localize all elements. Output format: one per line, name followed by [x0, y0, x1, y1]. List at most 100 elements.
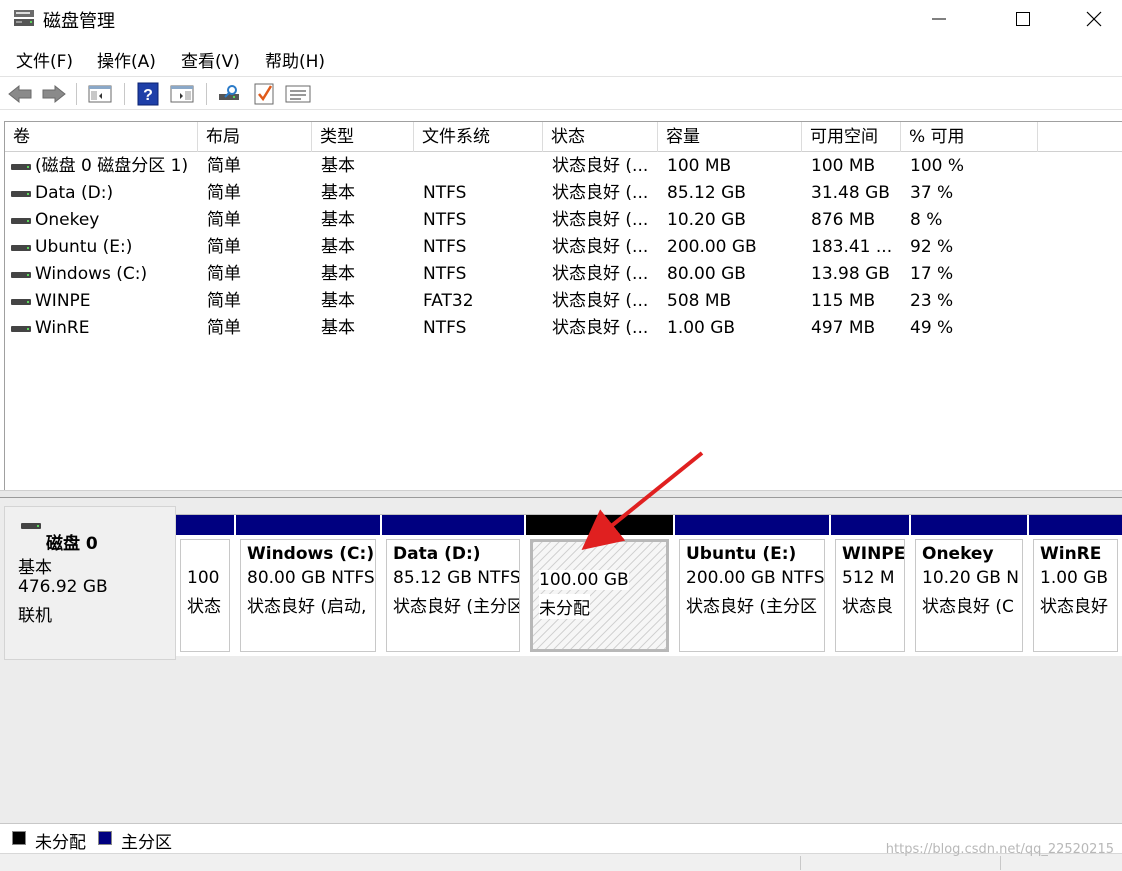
rescan-disks-icon[interactable] [216, 81, 244, 107]
table-row[interactable]: Data (D:) 简单 基本 NTFS 状态良好 (... 85.12 GB 31.48 … [5, 180, 1122, 207]
pane-splitter[interactable] [0, 490, 1122, 498]
partition-size: 200.00 GB NTFS [686, 568, 825, 588]
cell-free-space: 100 MB [811, 156, 876, 176]
menu-view[interactable]: 查看(V) [181, 47, 240, 72]
cell-filesystem: NTFS [423, 183, 467, 203]
partition-body: Windows (C:) 80.00 GB NTFS 状态良好 (启动, [240, 539, 376, 652]
cell-filesystem [423, 153, 538, 180]
partition-body: WINPE 512 M 状态良 [835, 539, 905, 652]
table-row[interactable]: WinRE 简单 基本 NTFS 状态良好 (... 1.00 GB 497 MB 49 % [5, 315, 1122, 342]
disk-graphical-view: 磁盘 0 基本 476.92 GB 联机 100 状态 Windows (C:) 80… [0, 498, 1122, 823]
title-bar: 磁盘管理 [0, 0, 1122, 38]
partition-body: WinRE 1.00 GB 状态良好 [1033, 539, 1118, 652]
menu-action[interactable]: 操作(A) [97, 47, 156, 72]
table-row[interactable]: Onekey 简单 基本 NTFS 状态良好 (... 10.20 GB 876 MB 8 % [5, 207, 1122, 234]
disk-info-panel[interactable]: 磁盘 0 基本 476.92 GB 联机 [4, 506, 176, 660]
legend-swatch-primary [98, 831, 112, 845]
cell-layout: 简单 [207, 183, 241, 203]
cell-status: 状态良好 (... [552, 291, 649, 311]
column-header-type[interactable]: 类型 [312, 122, 414, 152]
cell-capacity: 80.00 GB [667, 264, 746, 284]
cell-type: 基本 [321, 264, 355, 284]
menu-file[interactable]: 文件(F) [16, 47, 73, 72]
cell-volume: WINPE [35, 291, 91, 311]
annotation-arrow [581, 451, 704, 551]
cell-capacity: 508 MB [667, 291, 732, 311]
partition-type-bar [382, 515, 524, 535]
partition-body: 100 状态 [180, 539, 230, 652]
cell-layout: 简单 [207, 291, 241, 311]
partition-size: 1.00 GB [1040, 568, 1109, 588]
cell-percent-free: 100 % [910, 156, 965, 176]
cell-capacity: 200.00 GB [667, 237, 757, 257]
cell-volume: Ubuntu (E:) [35, 237, 133, 257]
partition-status: 状态良好 (C [922, 597, 1014, 617]
column-header-capacity[interactable]: 容量 [658, 122, 802, 152]
cell-filesystem: NTFS [423, 264, 467, 284]
column-header-filesystem[interactable]: 文件系统 [414, 122, 543, 152]
maximize-icon [1016, 12, 1030, 26]
partition-type-bar [176, 515, 234, 535]
toolbar: ? [0, 76, 1122, 110]
partition-block[interactable]: Windows (C:) 80.00 GB NTFS 状态良好 (启动, [236, 515, 380, 656]
volume-drive-icon [11, 326, 31, 332]
partition-block[interactable]: WINPE 512 M 状态良 [831, 515, 909, 656]
column-header-layout[interactable]: 布局 [198, 122, 312, 152]
cell-status: 状态良好 (... [552, 318, 649, 338]
cell-type: 基本 [321, 183, 355, 203]
show-hide-console-tree-icon[interactable] [86, 81, 114, 107]
table-row[interactable]: (磁盘 0 磁盘分区 1) 简单 基本 状态良好 (... 100 MB 100 MB 10… [5, 153, 1122, 180]
cell-layout: 简单 [207, 318, 241, 338]
partition-status: 状态良好 (主分区 [686, 597, 818, 617]
partition-size: 10.20 GB N [922, 568, 1020, 588]
minimize-icon [932, 18, 946, 20]
partition-size: 80.00 GB NTFS [247, 568, 375, 588]
partition-type-bar [831, 515, 909, 535]
cell-status: 状态良好 (... [552, 264, 649, 284]
minimize-button[interactable] [916, 0, 962, 38]
drive-icon [21, 523, 41, 529]
cell-type: 基本 [321, 318, 355, 338]
forward-arrow-icon[interactable] [40, 81, 68, 107]
cell-status: 状态良好 (... [552, 237, 649, 257]
cell-capacity: 85.12 GB [667, 183, 746, 203]
column-header-status[interactable]: 状态 [543, 122, 658, 152]
volume-drive-icon [11, 272, 31, 278]
cell-free-space: 876 MB [811, 210, 876, 230]
partition-block[interactable]: 100 状态 [176, 515, 234, 656]
legend-label-primary: 主分区 [121, 833, 172, 853]
partition-block[interactable]: Onekey 10.20 GB N 状态良好 (C [911, 515, 1027, 656]
cell-percent-free: 92 % [910, 237, 954, 257]
disk-management-app-icon [12, 9, 36, 29]
properties-list-icon[interactable] [284, 81, 312, 107]
menu-help[interactable]: 帮助(H) [265, 47, 325, 72]
window-title: 磁盘管理 [43, 11, 115, 32]
partition-type-bar [1029, 515, 1122, 535]
partition-block[interactable]: WinRE 1.00 GB 状态良好 [1029, 515, 1122, 656]
partition-block[interactable]: Data (D:) 85.12 GB NTFS 状态良好 (主分区 [382, 515, 524, 656]
cell-capacity: 1.00 GB [667, 318, 736, 338]
table-row[interactable]: Windows (C:) 简单 基本 NTFS 状态良好 (... 80.00 GB 13.… [5, 261, 1122, 288]
check-icon[interactable] [250, 81, 278, 107]
column-header-percent-free[interactable]: % 可用 [901, 122, 1038, 152]
cell-percent-free: 49 % [910, 318, 954, 338]
cell-free-space: 31.48 GB [811, 183, 890, 203]
column-header-volume[interactable]: 卷 [5, 122, 198, 152]
column-header-free-space[interactable]: 可用空间 [802, 122, 901, 152]
volume-drive-icon [11, 191, 31, 197]
cell-capacity: 100 MB [667, 156, 732, 176]
action-pane-icon[interactable] [168, 81, 196, 107]
cell-free-space: 115 MB [811, 291, 876, 311]
partition-body: Data (D:) 85.12 GB NTFS 状态良好 (主分区 [386, 539, 520, 652]
volume-drive-icon [11, 245, 31, 251]
cell-type: 基本 [321, 156, 355, 176]
back-arrow-icon[interactable] [6, 81, 34, 107]
table-row[interactable]: Ubuntu (E:) 简单 基本 NTFS 状态良好 (... 200.00 GB 183… [5, 234, 1122, 261]
table-row[interactable]: WINPE 简单 基本 FAT32 状态良好 (... 508 MB 115 MB 23 % [5, 288, 1122, 315]
close-button[interactable] [1071, 0, 1117, 38]
maximize-button[interactable] [1000, 0, 1046, 38]
cell-volume: WinRE [35, 318, 90, 338]
partition-title: WINPE [842, 544, 905, 564]
help-icon[interactable]: ? [134, 81, 162, 107]
cell-layout: 简单 [207, 237, 241, 257]
